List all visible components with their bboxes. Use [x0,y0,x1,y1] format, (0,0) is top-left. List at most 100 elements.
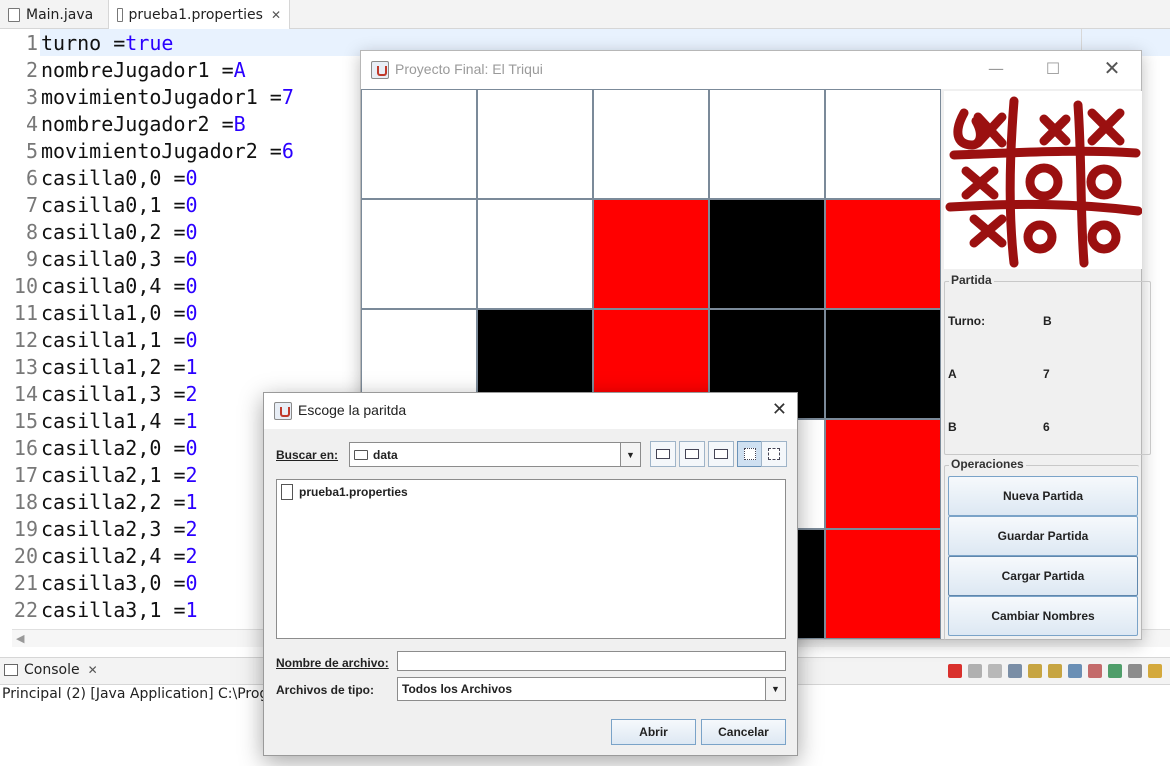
board-cell[interactable] [825,419,941,529]
code-line[interactable]: 12 casilla1,1 = 0 [0,326,198,353]
tab-prueba1-properties[interactable]: prueba1.properties ✕ [108,0,290,30]
word-wrap-icon[interactable] [1048,664,1062,678]
chevron-down-icon[interactable]: ▼ [765,678,785,700]
look-in-combo[interactable]: data ▼ [349,442,641,467]
remove-all-icon[interactable] [988,664,1002,678]
java-app-icon [274,402,292,420]
code-line[interactable]: 4 nombreJugador2 = B [0,110,246,137]
chevron-down-icon[interactable]: ▼ [620,443,640,466]
dialog-titlebar[interactable]: Escoge la paritda ✕ [264,393,797,429]
close-window-icon[interactable]: ✕ [1097,56,1127,80]
filetype-combo[interactable]: Todos los Archivos ▼ [397,677,786,701]
open-console-icon[interactable] [1148,664,1162,678]
home-icon[interactable] [679,441,705,467]
property-key: casilla0,1 = [41,192,186,217]
board-cell[interactable] [825,309,941,419]
board-cell[interactable] [825,89,941,199]
code-line[interactable]: 22 casilla3,1 = 1 [0,596,198,623]
board-cell[interactable] [477,89,593,199]
code-line[interactable]: 9 casilla0,3 = 0 [0,245,198,272]
nueva-partida-button[interactable]: Nueva Partida [948,476,1138,516]
property-key: casilla0,0 = [41,165,186,190]
cancel-button[interactable]: Cancelar [701,719,786,745]
details-view-icon[interactable] [761,441,787,467]
board-cell[interactable] [361,199,477,309]
code-line[interactable]: 14 casilla1,3 = 2 [0,380,198,407]
code-line[interactable]: 18 casilla2,2 = 1 [0,488,198,515]
property-key: casilla1,4 = [41,408,186,433]
board-cell[interactable] [709,89,825,199]
board-cell[interactable] [477,199,593,309]
close-tab-icon[interactable]: ✕ [271,8,281,22]
up-folder-icon[interactable] [650,441,676,467]
maximize-icon[interactable]: ☐ [1038,59,1068,78]
editor-tab-bar: Main.java prueba1.properties ✕ [0,0,1170,30]
terminate-icon[interactable] [948,664,962,678]
line-number: 9 [25,246,38,271]
property-key: casilla2,2 = [41,489,186,514]
guardar-partida-button[interactable]: Guardar Partida [948,516,1138,556]
tab-main-java[interactable]: Main.java [0,0,104,29]
show-on-error-icon[interactable] [1088,664,1102,678]
game-window-titlebar[interactable]: Proyecto Final: El Triqui — ☐ ✕ [361,51,1141,89]
code-line[interactable]: 20 casilla2,4 = 2 [0,542,198,569]
board-cell[interactable] [593,89,709,199]
clear-console-icon[interactable] [1008,664,1022,678]
property-key: turno = [41,30,126,55]
list-view-icon[interactable] [737,441,763,467]
code-line[interactable]: 2 nombreJugador1 = A [0,56,246,83]
code-line[interactable]: 3 movimientoJugador1 = 7 [0,83,294,110]
minimize-icon[interactable]: — [981,59,1011,78]
list-item[interactable]: prueba1.properties [281,484,408,500]
file-list[interactable]: prueba1.properties [276,479,786,639]
code-line[interactable]: 16 casilla2,0 = 0 [0,434,198,461]
code-line[interactable]: 15 casilla1,4 = 1 [0,407,198,434]
scroll-lock-icon[interactable] [1028,664,1042,678]
console-toolbar [948,664,1162,678]
filetype-label: Archivos de tipo: [276,683,375,697]
tab-console[interactable]: Console ✕ [4,662,98,678]
board-cell[interactable] [825,529,941,639]
filetype-value: Todos los Archivos [402,682,513,696]
code-line[interactable]: 8 casilla0,2 = 0 [0,218,198,245]
pin-console-icon[interactable] [1108,664,1122,678]
display-console-icon[interactable] [1128,664,1142,678]
close-dialog-icon[interactable]: ✕ [772,399,787,420]
player1-name: A [948,367,957,381]
open-button[interactable]: Abrir [611,719,696,745]
code-line[interactable]: 13 casilla1,2 = 1 [0,353,198,380]
cargar-partida-button[interactable]: Cargar Partida [948,556,1138,596]
show-on-output-icon[interactable] [1068,664,1082,678]
property-value: 0 [185,273,198,298]
code-line[interactable]: 10 casilla0,4 = 0 [0,272,198,299]
board-cell[interactable] [709,199,825,309]
code-line[interactable]: 5 movimientoJugador2 = 6 [0,137,294,164]
board-cell[interactable] [361,89,477,199]
code-line[interactable]: 21 casilla3,0 = 0 [0,569,198,596]
property-key: casilla3,0 = [41,570,186,595]
code-line[interactable]: 17 casilla2,1 = 2 [0,461,198,488]
code-line[interactable]: 6 casilla0,0 = 0 [0,164,198,191]
code-line[interactable]: 19 casilla2,3 = 2 [0,515,198,542]
filename-input[interactable] [397,651,786,671]
board-cell[interactable] [825,199,941,309]
properties-file-icon [117,8,123,22]
property-key: casilla1,3 = [41,381,186,406]
property-value: 6 [281,138,294,163]
close-console-icon[interactable]: ✕ [88,663,98,677]
property-value: 2 [185,462,198,487]
file-chooser-dialog: Escoge la paritda ✕ Buscar en: data ▼ pr… [263,392,798,756]
line-number: 18 [13,489,38,514]
player2-name: B [948,420,957,434]
code-line[interactable]: 7 casilla0,1 = 0 [0,191,198,218]
remove-launch-icon[interactable] [968,664,982,678]
code-line[interactable]: 1 turno = true [0,29,174,56]
line-number: 5 [25,138,38,163]
code-line[interactable]: 11 casilla1,0 = 0 [0,299,198,326]
new-folder-icon[interactable] [708,441,734,467]
scroll-left-arrow-icon[interactable]: ◀ [16,632,24,645]
cambiar-nombres-button[interactable]: Cambiar Nombres [948,596,1138,636]
property-value: 0 [185,192,198,217]
board-cell[interactable] [593,199,709,309]
java-file-icon [8,7,20,22]
